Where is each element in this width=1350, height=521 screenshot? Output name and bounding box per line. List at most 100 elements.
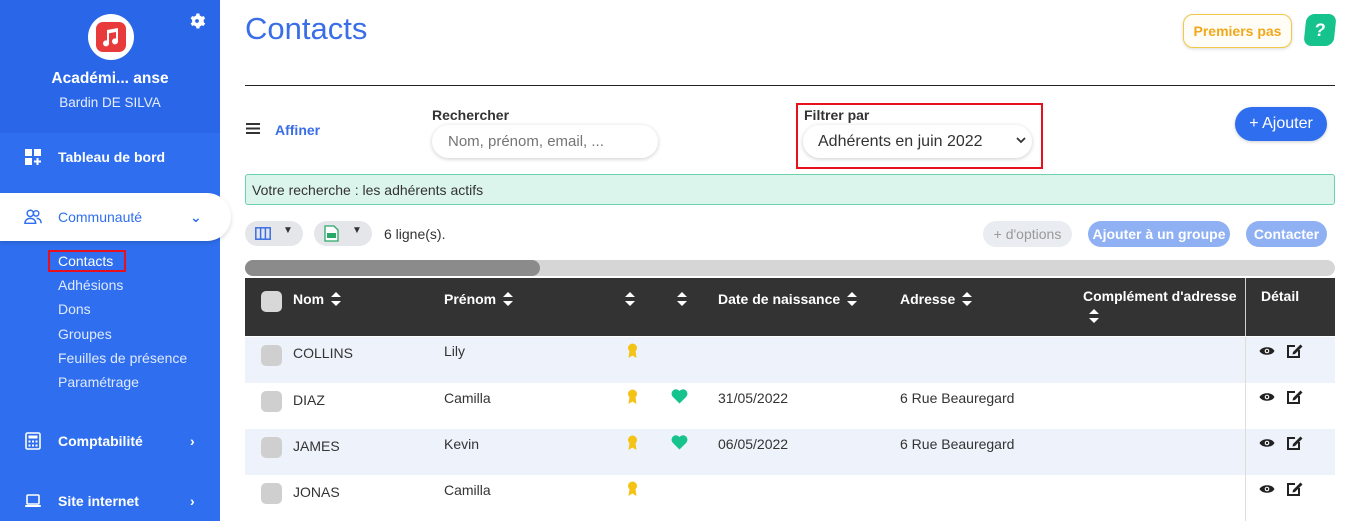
search-summary-banner: Votre recherche : les adhérents actifs bbox=[245, 174, 1335, 205]
page-title: Contacts bbox=[245, 11, 368, 46]
cell-prenom: Camilla bbox=[444, 390, 491, 406]
cell-nom: DIAZ bbox=[293, 392, 325, 408]
sub-item-parametrage[interactable]: Paramétrage bbox=[58, 374, 139, 390]
sidebar: Académi... anse Bardin DE SILVA Tableau … bbox=[0, 0, 231, 521]
nav-label: Tableau de bord bbox=[58, 149, 166, 165]
sort-icon bbox=[503, 292, 514, 306]
highlight-box-filter bbox=[796, 103, 1043, 169]
music-note-icon bbox=[96, 22, 126, 52]
sub-item-feuilles-de-presence[interactable]: Feuilles de présence bbox=[58, 350, 187, 366]
medal-icon bbox=[628, 435, 637, 450]
sort-icon bbox=[1089, 309, 1099, 323]
nav-label: Comptabilité bbox=[58, 433, 143, 449]
column-header-heart[interactable] bbox=[676, 291, 688, 307]
column-label: Complément d'adresse bbox=[1083, 288, 1237, 304]
caret-down-icon: ▼ bbox=[283, 225, 293, 236]
users-icon bbox=[24, 209, 42, 225]
row-checkbox[interactable] bbox=[261, 345, 282, 366]
sidebar-header: Académi... anse Bardin DE SILVA bbox=[0, 0, 220, 133]
column-header-prenom[interactable]: Prénom bbox=[444, 291, 514, 307]
edit-icon[interactable] bbox=[1286, 342, 1303, 359]
contact-button[interactable]: Contacter bbox=[1246, 221, 1327, 247]
add-to-group-button[interactable]: Ajouter à un groupe bbox=[1088, 221, 1230, 247]
rows-count: 6 ligne(s). bbox=[384, 226, 446, 242]
menu-icon[interactable] bbox=[246, 123, 260, 134]
cell-prenom: Kevin bbox=[444, 436, 480, 452]
sort-icon bbox=[331, 292, 342, 306]
eye-icon[interactable] bbox=[1259, 391, 1275, 403]
cell-adresse: 6 Rue Beauregard bbox=[900, 390, 1015, 406]
columns-icon bbox=[255, 227, 271, 240]
highlight-box-contacts bbox=[48, 250, 126, 272]
laptop-icon bbox=[25, 494, 41, 507]
row-checkbox[interactable] bbox=[261, 391, 282, 412]
column-header-detail: Détail bbox=[1245, 278, 1335, 336]
add-contact-button[interactable]: + Ajouter bbox=[1235, 107, 1327, 141]
help-button[interactable]: ? bbox=[1303, 14, 1337, 46]
search-label: Rechercher bbox=[432, 107, 510, 123]
sub-item-groupes[interactable]: Groupes bbox=[58, 326, 112, 342]
column-header-adresse[interactable]: Adresse bbox=[900, 291, 973, 307]
column-label: Nom bbox=[293, 291, 325, 307]
more-options-button[interactable]: + d'options bbox=[983, 221, 1072, 247]
export-button[interactable]: ▼ bbox=[314, 221, 372, 246]
edit-icon[interactable] bbox=[1286, 388, 1303, 405]
row-checkbox[interactable] bbox=[261, 483, 282, 504]
search-input[interactable] bbox=[432, 125, 658, 158]
eye-icon[interactable] bbox=[1259, 437, 1275, 449]
calculator-icon bbox=[25, 432, 41, 450]
edit-icon[interactable] bbox=[1286, 434, 1303, 451]
organization-logo[interactable] bbox=[88, 14, 134, 60]
columns-toggle-button[interactable]: ▼ bbox=[245, 221, 303, 246]
chevron-down-icon: ⌄ bbox=[190, 208, 202, 225]
organization-name: Académi... anse bbox=[51, 70, 169, 87]
chevron-right-icon: › bbox=[190, 433, 195, 449]
table-row[interactable]: JAMES Kevin 06/05/2022 6 Rue Beauregard bbox=[245, 429, 1335, 475]
column-label: Adresse bbox=[900, 291, 956, 307]
table-row[interactable]: DIAZ Camilla 31/05/2022 6 Rue Beauregard bbox=[245, 383, 1335, 429]
heart-icon bbox=[671, 389, 688, 404]
medal-icon bbox=[628, 389, 637, 404]
eye-icon[interactable] bbox=[1259, 345, 1275, 357]
column-header-nom[interactable]: Nom bbox=[293, 291, 342, 307]
column-label: Date de naissance bbox=[718, 291, 841, 307]
cell-date: 06/05/2022 bbox=[718, 436, 789, 452]
column-label: Détail bbox=[1261, 288, 1300, 304]
table-row[interactable]: COLLINS Lily bbox=[245, 337, 1335, 383]
table-row[interactable]: JONAS Camilla bbox=[245, 475, 1335, 521]
column-label: Prénom bbox=[444, 291, 497, 307]
eye-icon[interactable] bbox=[1259, 483, 1275, 495]
nav-label: Site internet bbox=[58, 493, 139, 509]
affiner-link[interactable]: Affiner bbox=[275, 122, 320, 138]
row-checkbox[interactable] bbox=[261, 437, 282, 458]
sort-icon bbox=[847, 292, 858, 306]
sub-item-adhesions[interactable]: Adhésions bbox=[58, 277, 123, 293]
cell-nom: JAMES bbox=[293, 438, 340, 454]
edit-icon[interactable] bbox=[1286, 480, 1303, 497]
cell-nom: COLLINS bbox=[293, 345, 353, 361]
select-all-checkbox[interactable] bbox=[261, 291, 282, 312]
cell-prenom: Camilla bbox=[444, 482, 491, 498]
column-header-complement[interactable]: Complément d'adresse bbox=[1083, 288, 1237, 323]
column-header-medal[interactable] bbox=[624, 291, 636, 307]
nav-comptabilite[interactable]: Comptabilité › bbox=[0, 417, 220, 465]
sort-icon bbox=[625, 292, 635, 306]
sort-icon bbox=[677, 292, 687, 306]
premiers-pas-button[interactable]: Premiers pas bbox=[1183, 14, 1292, 48]
chevron-right-icon: › bbox=[190, 493, 195, 509]
cell-date: 31/05/2022 bbox=[718, 390, 789, 406]
nav-tableau-de-bord[interactable]: Tableau de bord bbox=[0, 133, 220, 181]
scrollbar-thumb[interactable] bbox=[245, 260, 540, 276]
excel-file-icon bbox=[324, 225, 339, 242]
nav-site-internet[interactable]: Site internet › bbox=[0, 477, 220, 521]
nav-label: Communauté bbox=[58, 209, 143, 225]
header-divider bbox=[245, 85, 1335, 86]
cell-prenom: Lily bbox=[444, 343, 466, 359]
sort-icon bbox=[962, 292, 973, 306]
user-name: Bardin DE SILVA bbox=[59, 95, 161, 110]
column-header-date-naissance[interactable]: Date de naissance bbox=[718, 291, 858, 307]
sub-item-dons[interactable]: Dons bbox=[58, 301, 91, 317]
cell-adresse: 6 Rue Beauregard bbox=[900, 436, 1015, 452]
gear-icon[interactable] bbox=[188, 12, 206, 30]
nav-communaute[interactable]: Communauté ⌄ bbox=[0, 193, 231, 241]
